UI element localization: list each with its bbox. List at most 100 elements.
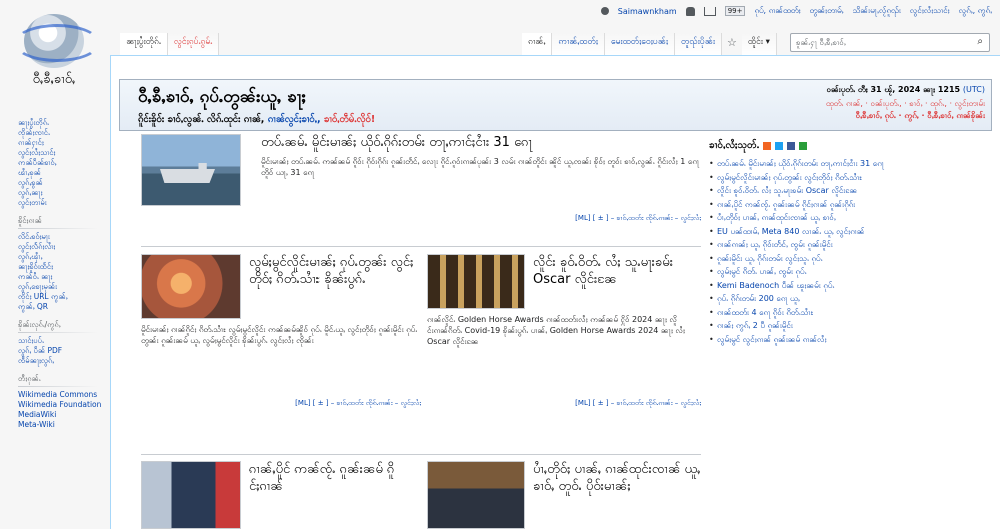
personal-link-watchlist[interactable]: သိၼ်းမႃႇလႂ်ၵူၺ်း [853,5,901,17]
more-menu[interactable]: ထိူင်း ▾ [741,33,777,55]
news-item[interactable]: EU ပၼ်ထၢမ်ႇ Meta 840 လၢၼ်ႉ ယူႇ လွင်ႈၵၢၼ် [709,227,989,238]
sidebar-item[interactable]: လွင်ႈလႆႈသၢင်ႈ [18,148,108,158]
sidebar-item[interactable]: ဢၼ်ဝႆႉ ၼႃႈ [18,272,108,282]
sidebar-item[interactable]: ၸိုင်ႈ URL ဢွၼ်ႇ [18,292,108,302]
sidebar-item[interactable]: လွၵ်ႇၶေႃႈမုၼ်း [18,282,108,292]
search-placeholder: ၶူၼ်ႉႁႃ ဝီႇၶီႇၶၢဝ်ႇ [796,38,846,47]
sidebar-item[interactable]: ဢွၼ်ႇ QR [18,302,108,312]
sidebar-item-metawiki[interactable]: Meta-Wiki [18,420,108,430]
tab-edit-source[interactable]: မေးထတ်ႈဝေႈပၼ်ႈ [604,33,675,55]
article-footer-links[interactable]: [ML] [ ± ] – ၶၢဝ်ႇထတ်း ၸိုၵ်ႉၵၢၼ်း – လွင… [575,214,701,224]
news-item[interactable]: လွမ်ႈမွင် လွင်ႈၵၢၼ် ၵူၼ်းၼမ် ၵၢၼ်လႆႈ [709,335,989,346]
news-item[interactable]: ၵၢၼ်ထတ်း 4 ၵေႃ ၵိူဝ်း ၵိတ်ႉသၢႆႊ [709,308,989,319]
tab-edit[interactable]: ဢၢၼ်ႇထတ်ႈ [552,33,605,55]
article-headline[interactable]: လိူင်း ၶူဝ်ႉဝိတ်ႉ လႆႈ သူႉမႃးၶမ်း Oscar လ… [533,254,701,288]
sidebar-heading-projects: တီႈၵုၼ်ႉ [18,374,108,387]
article-summary: မိူင်းမၢၼ်ႈ တပ်ႉၼမ်ႉ ဢၼ်ၼမ် ၵိူဝ်း ၵိုဝ်… [261,157,699,177]
news-item[interactable]: တပ်ႉၼမ်ႉ မိူင်းမၢၼ်ႈ ယိုဝ်ႉၵိုၵ်းတမ်း တႃ… [709,159,989,170]
news-item[interactable]: ၵၢၼ်ႇပိူင် ဢၼ်ၸႂ်ႉ ၵူၼ်းၼမ် ၵိူင်ႈၵၢၼ် ၵ… [709,200,989,211]
search-input[interactable]: ၶူၼ်ႉႁႃ ဝီႇၶီႇၶၢဝ်ႇ ⌕ [790,33,990,52]
search-icon[interactable]: ⌕ [977,36,983,47]
sidebar-item[interactable]: ၽၢႆႇၶုၼ် [18,168,108,178]
article-headline[interactable]: လွမ်ႈမွင်လိူင်းမၢၼ်ႈ ၵုပ်ႉတွၼ်း လွင်ႈတို… [249,254,421,288]
view-tabs: ၵၢၼ်ႇ ဢၢၼ်ႇထတ်ႈ မေးထတ်ႈဝေႈပၼ်ႈ တူၺ်းပိုၼ… [522,33,777,55]
article-summary: မိူင်းမၢၼ်ႈ ၵၢၼ်ၵိူင်ႈ ၵိတ်ႉသၢႆႊ လွမ်ႈမွ… [141,325,418,345]
site-logo[interactable]: ဝီႇၶီႇၶၢဝ်ႇ [8,14,100,94]
sidebar-item[interactable]: ၼႃႈၶိူဝ်းထႅင်ႈ [18,262,108,272]
personal-link-contributions[interactable]: လွင်ႈလႆႈသၢင်ႈ [910,5,950,17]
tab-discussion[interactable]: လွင်ႈၵုပ်ႉၵွမ်ႉ [167,33,220,55]
watch-star-icon[interactable]: ☆ [722,33,742,55]
news-item[interactable]: လိူင်း ၶူဝ်ႉဝိတ်ႉ လႆႈ သူႉမႃးၶမ်း Oscar လ… [709,186,989,197]
personal-link-preferences[interactable]: ၵုပ်, ၵၢၼ်ထတ်ႈ [754,5,800,17]
sidebar: ၼႃႈပွႆးတိုၵ်ႉ ၸိုၼ်ႈၸၢင်ႉ ၵၢၼ်ႁၢင်ႈ လွင်… [0,118,108,438]
sidebar-item[interactable]: လိင်ႉၶဝ်ႈမႃး [18,232,108,242]
username-link[interactable]: Saimawnkham [618,7,677,16]
news-item[interactable]: ၵၢၼ်ႈ ဢွၵ်ႇ 2 ပီ ၵူၼ်းမိူင်း [709,321,989,332]
news-item[interactable]: လွမ်ႈမွင်လိူင်းမၢၼ်ႈ ၵုပ်ႉတွၼ်း လွင်ႈတို… [709,173,989,184]
news-item[interactable]: ၵူၼ်းမိူင်း ယူႇ ၵိုၵ်းတမ်း လွင်ႈသူႉ ၵုပ်… [709,254,989,265]
news-item[interactable]: ၵုပ်ႉ ၵိုၵ်းတမ်း 200 ၵေႃ ယူႇ [709,294,989,305]
article-1: တပ်ႉၼမ်ႉ မိူင်းမၢၼ်ႈ ယိုဝ်ႉၵိုၵ်းတမ်း တႃ… [141,134,701,234]
sidebar-item[interactable]: လွၵ်ႇၼႃႈ [18,188,108,198]
news-item[interactable]: ၵၢၼ်ၵၢၼ်ႈ ယူႇ ၵိုဝ်းတႅင်ႇ ၸွမ်း ၵူၼ်းမိူ… [709,240,989,251]
personal-link-talk[interactable]: တွၼ်ႈတၢမ်ႇ [810,5,844,17]
main-content: ဝီႇၶီႇၶၢဝ်ႇ ၵုပ်ႉတွၼ်းယူႇ ၶႃႈ ၵိူင်းၶိူဝ… [110,55,1000,529]
share-icon[interactable] [799,141,808,150]
article-2: လွမ်ႈမွင်လိူင်းမၢၼ်ႈ ၵုပ်ႉတွၼ်း လွင်ႈတို… [141,254,421,414]
sidebar-item[interactable]: လွၵ်ႇၾၢႆႇ [18,252,108,262]
news-item[interactable]: Kemi Badenoch ပဵၼ် ၽူႈၼမ်း ၵုပ်ႉ [709,281,989,292]
sidebar-item[interactable]: လွင်ႈတၢမ်း [18,198,108,208]
sidebar-item[interactable]: သၢင်ႈပပ်ႉ [18,336,108,346]
article-headline[interactable]: ၵၢၼ်ႇပိူင် ဢၼ်ၸႂ်ႉ ၵူၼ်းၼမ် ၵိူင်ႈၵၢၼ် [249,461,421,495]
banner-links-row-2[interactable]: ဝီႇၶီႇၶၢဝ်ႇ ၵုပ်ႉ · ဢွၵ်ႇ · ဝီႇၶီႇၶၢဝ်ႇ … [856,110,985,122]
divider [141,454,701,455]
page-title: ဝီႇၶီႇၶၢဝ်ႇ ၵုပ်ႉတွၼ်းယူႇ ၶႃႈ [138,87,306,107]
sidebar-heading-tools: ၶိူင်ႈၵၢၼ် [18,216,108,229]
article-footer-links[interactable]: [ML] [ ± ] – ၶၢဝ်ႇထတ်း ၸိုၵ်ႉၵၢၼ်း – လွင… [295,399,421,409]
news-heading-text: ၶၢဝ်ႇလႆႈသုတ်ႉ [709,140,760,151]
sidebar-item[interactable]: ၵၢၼ်ႁၢင်ႈ [18,138,108,148]
article-headline[interactable]: တပ်ႉၼမ်ႉ မိူင်းမၢၼ်ႈ ယိုဝ်ႉၵိုၵ်းတမ်း တႃ… [261,134,701,151]
personal-link-logout[interactable]: လွၵ်ႇ, ဢွၵ်ႇ [959,5,992,17]
article-image-smoke[interactable] [141,254,241,319]
banner-date-text: ဝၼ်းပုတ်ႉ တီႈ 31 ၽႂ်, 2024 ၼႃႈ 1215 [826,85,961,94]
sidebar-item[interactable]: လွၵ်ႇ ပဵၼ် PDF [18,346,108,356]
sidebar-item[interactable]: ဢၼ်ပဵၼ်ၶၢဝ်ႇ [18,158,108,168]
article-headline[interactable]: ပၢႆႇတိုဝ်ႈ ပၢၼ်ႇ ၵၢၼ်ထုင်းၸၢၼ် ယူႇ ၶၢဝ်ႇ… [533,461,701,495]
article-image-ship[interactable] [141,134,241,206]
sidebar-section-tools: ၶိူင်ႈၵၢၼ် လိင်ႉၶဝ်ႈမႃး လွင်ႈလႅၵ်ႈလၢႆႈ လ… [18,216,108,312]
facebook-icon[interactable] [787,141,796,150]
news-column: ၶၢဝ်ႇလႆႈသုတ်ႉ တပ်ႉၼမ်ႉ မိူင်းမၢၼ်ႈ ယိုဝ်… [709,138,989,348]
utc-link[interactable]: (UTC) [963,85,985,94]
banner-links-row-1[interactable]: ထုတ်ႉ ၵၢၼ်, · ဝၼ်းပုတ်ႉ, · ၶၢဝ်ႇ · ထုၵ်ႉ… [826,98,985,110]
article-footer-links[interactable]: [ML] [ ± ] – ၶၢဝ်ႇထတ်း ၸိုၵ်ႉၵၢၼ်း – လွင… [575,399,701,409]
twitter-icon[interactable] [775,141,784,150]
news-item[interactable]: ပၢႆႇတိုဝ်ႈ ပၢၼ်ႇ ၵၢၼ်ထုင်းၸၢၼ် ယူႇ ၶၢဝ်ႇ [709,213,989,224]
banner-subtitle-redlink[interactable]: ၶၢဝ်ႇတဵမ်ႉလိုဝ်! [324,114,375,125]
rss-icon[interactable] [763,141,772,150]
article-image-portrait[interactable] [141,461,241,529]
sidebar-item-commons[interactable]: Wikimedia Commons [18,390,108,400]
sidebar-item[interactable]: ၸဵမ်ၼႃႈလွၵ်ႇ [18,356,108,366]
news-list: တပ်ႉၼမ်ႉ မိူင်းမၢၼ်ႈ ယိုဝ်ႉၵိုၵ်းတမ်း တႃ… [709,159,989,345]
tray-icon[interactable] [703,6,716,16]
bell-icon[interactable] [685,6,695,16]
article-image-awards[interactable] [427,254,525,309]
article-4: ၵၢၼ်ႇပိူင် ဢၼ်ၸႂ်ႉ ၵူၼ်းၼမ် ၵိူင်ႈၵၢၼ် [141,461,421,529]
sidebar-item[interactable]: ၸိုၼ်ႈၸၢင်ႉ [18,128,108,138]
sidebar-item-foundation[interactable]: Wikimedia Foundation [18,400,108,410]
article-image-meeting[interactable] [427,461,525,529]
tab-history[interactable]: တူၺ်းပိုၼ်း [674,33,722,55]
user-icon [600,7,609,15]
news-item[interactable]: လွမ်ႈမွင် ၵိတ်ႉ ပၢၼ်ႇ ၸွမ်း ၵုပ်ႉ [709,267,989,278]
sidebar-item[interactable]: လွင်ႈလႅၵ်ႈလၢႆႈ [18,242,108,252]
sidebar-item-mediawiki[interactable]: MediaWiki [18,410,108,420]
banner-subtitle-link[interactable]: ၵၢၼ်လွင်ႈၶၢဝ်ႇ, [268,114,324,125]
tab-read[interactable]: ၵၢၼ်ႇ [522,33,553,55]
notifications-badge[interactable]: 99+ [724,6,746,16]
sidebar-item[interactable]: ၼႃႈပွႆးတိုၵ်ႉ [18,118,108,128]
banner-date: ဝၼ်းပုတ်ႉ တီႈ 31 ၽႂ်, 2024 ၼႃႈ 1215 (UTC… [826,84,985,96]
tab-main-page[interactable]: ၼႃႈပွႆးတိုၵ်ႉ [120,33,168,55]
sidebar-item[interactable]: လွၵ်ႇၶွၼ် [18,178,108,188]
